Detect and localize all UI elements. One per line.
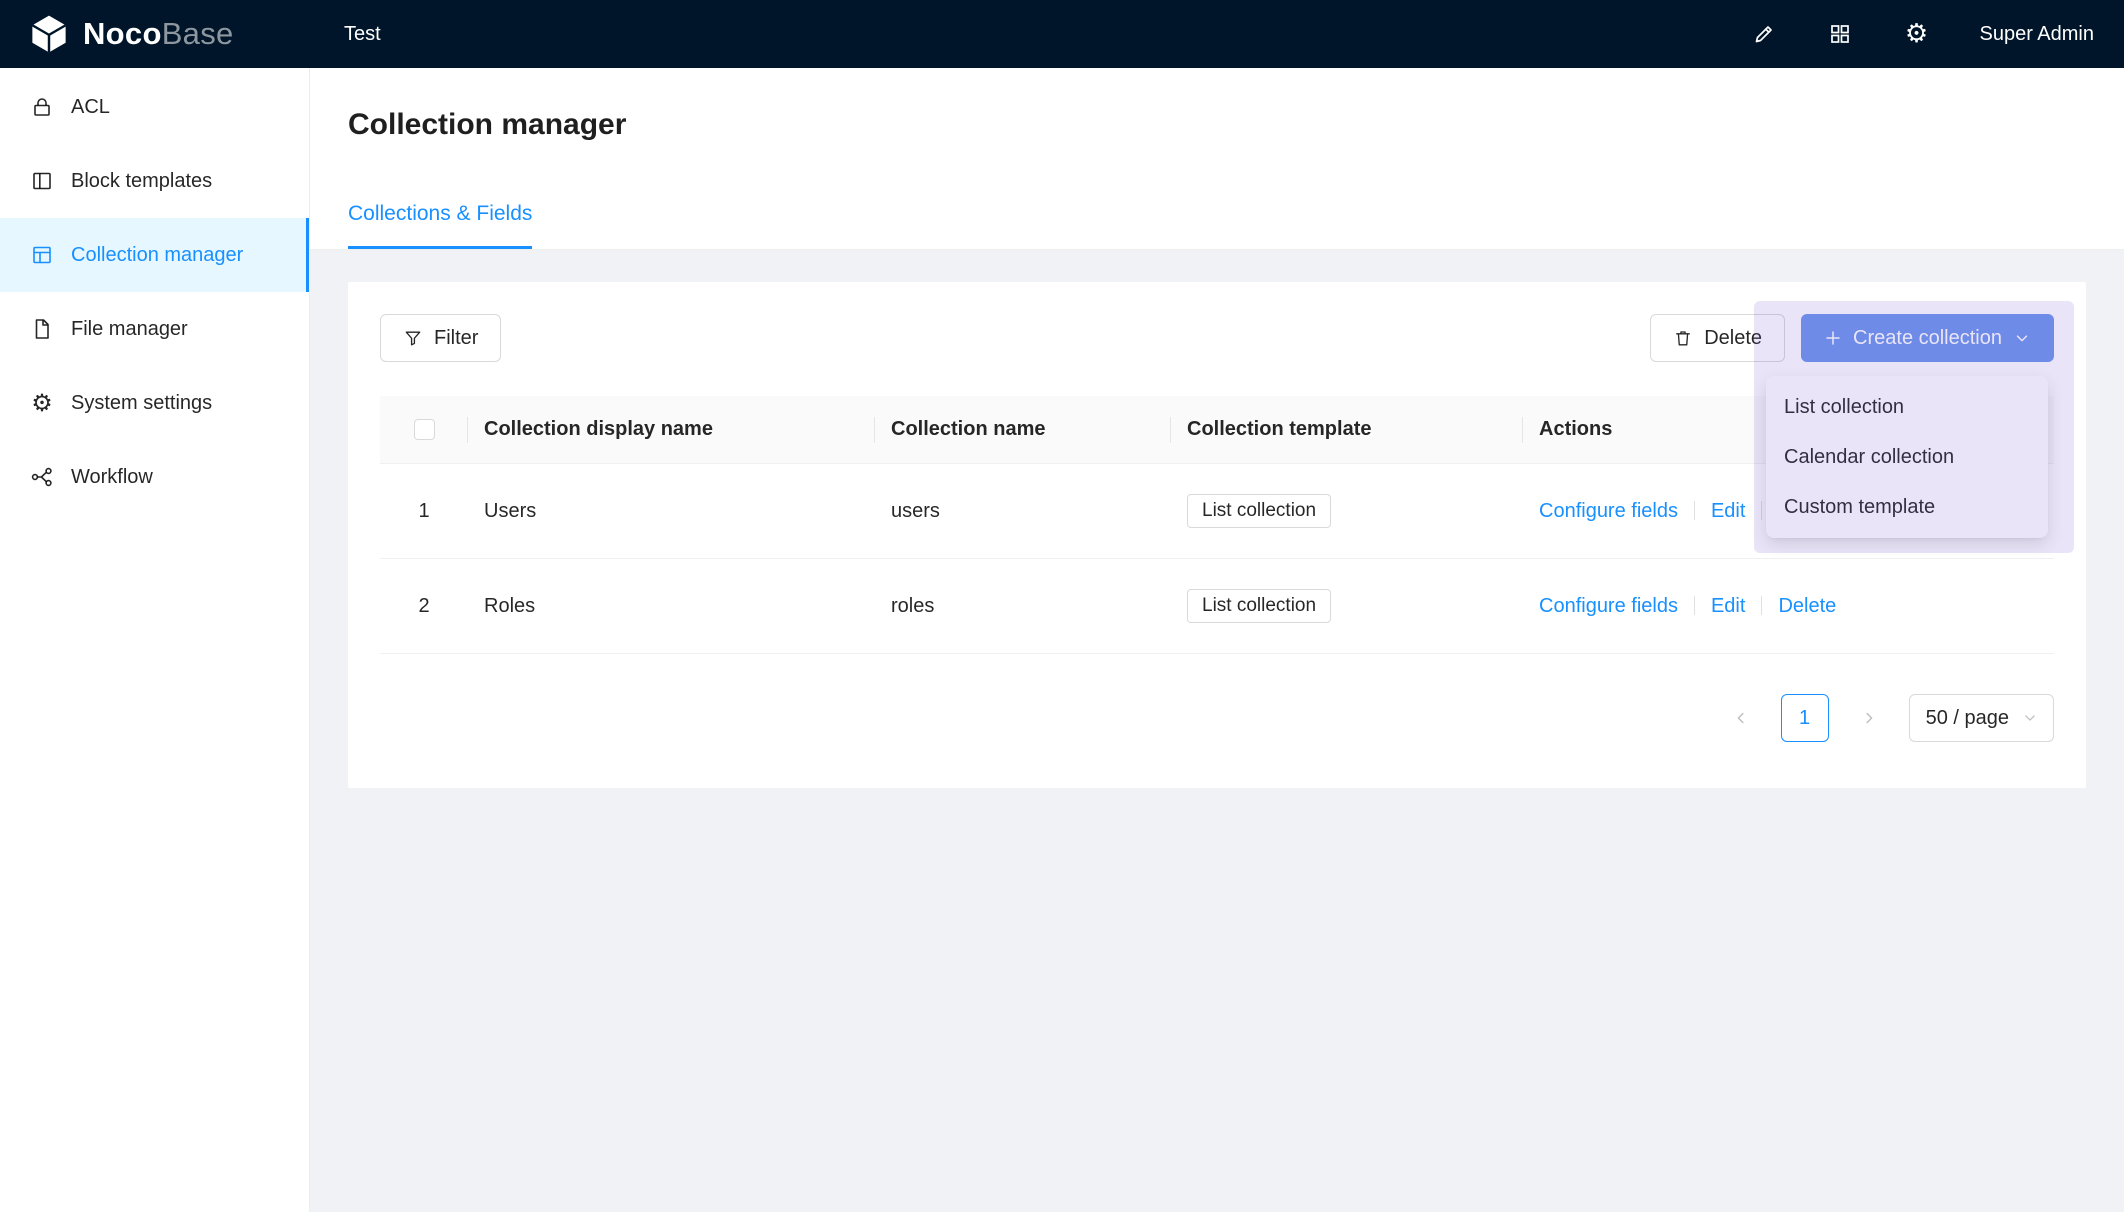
template-tag: List collection	[1187, 494, 1331, 528]
table-icon	[30, 243, 54, 267]
lock-icon	[30, 95, 54, 119]
action-divider	[1761, 596, 1762, 615]
page-title: Collection manager	[310, 68, 2124, 142]
blocks-grid-icon[interactable]	[1827, 21, 1853, 47]
topbar-right: ⚙ Super Admin	[1751, 21, 2124, 47]
gear-icon: ⚙	[30, 391, 54, 415]
table-row: 2 Roles roles List collection Configure …	[380, 559, 2054, 654]
create-collection-dropdown: List collection Calendar collection Cust…	[1766, 376, 2048, 538]
sidebar-item-label: Block templates	[71, 170, 212, 193]
edit-link[interactable]: Edit	[1711, 595, 1745, 617]
sidebar-item-system-settings[interactable]: ⚙ System settings	[0, 366, 309, 440]
menu-item-calendar-collection[interactable]: Calendar collection	[1766, 432, 2048, 482]
sidebar-item-label: System settings	[71, 392, 212, 415]
cell-display-name: Users	[468, 464, 875, 559]
action-divider	[1761, 501, 1762, 520]
delete-link[interactable]: Delete	[1778, 595, 1836, 617]
file-icon	[30, 317, 54, 341]
sidebar-item-acl[interactable]: ACL	[0, 70, 309, 144]
pagination-prev-button[interactable]	[1717, 694, 1765, 742]
nocobase-logo[interactable]: NocoBase	[0, 13, 310, 55]
layout: ACL Block templates Collection manager F…	[0, 68, 2124, 1212]
delete-button[interactable]: Delete	[1650, 314, 1785, 362]
sidebar-item-label: Workflow	[71, 466, 153, 489]
cell-display-name: Roles	[468, 559, 875, 654]
create-collection-button[interactable]: Create collection	[1801, 314, 2054, 362]
top-navbar: NocoBase Test ⚙ Super Admin	[0, 0, 2124, 68]
chevron-down-icon	[2013, 329, 2031, 347]
action-divider	[1694, 501, 1695, 520]
cell-collection-name: users	[875, 464, 1171, 559]
sidebar-item-label: File manager	[71, 318, 188, 341]
trash-icon	[1673, 328, 1693, 348]
page-size-value: 50 / page	[1926, 707, 2009, 730]
configure-fields-link[interactable]: Configure fields	[1539, 595, 1678, 617]
column-header-display-name: Collection display name	[468, 396, 875, 464]
workflow-icon	[30, 465, 54, 489]
filter-icon	[403, 328, 423, 348]
sidebar-item-file-manager[interactable]: File manager	[0, 292, 309, 366]
toolbar-right: Delete Create collection	[1650, 314, 2054, 362]
configure-fields-link[interactable]: Configure fields	[1539, 500, 1678, 522]
cell-collection-name: roles	[875, 559, 1171, 654]
row-index: 2	[380, 559, 468, 654]
logo-text: NocoBase	[83, 16, 234, 52]
menu-item-list-collection[interactable]: List collection	[1766, 382, 2048, 432]
menu-item-custom-template[interactable]: Custom template	[1766, 482, 2048, 532]
top-nav-item-test[interactable]: Test	[310, 0, 415, 68]
action-divider	[1694, 596, 1695, 615]
edit-link[interactable]: Edit	[1711, 500, 1745, 522]
page-size-select[interactable]: 50 / page	[1909, 694, 2054, 742]
sidebar-item-collection-manager[interactable]: Collection manager	[0, 218, 309, 292]
card-toolbar: Filter Delete	[380, 314, 2054, 362]
tab-bar: Collections & Fields	[310, 200, 2124, 250]
cube-logo-icon	[28, 13, 70, 55]
pagination-page-1[interactable]: 1	[1781, 694, 1829, 742]
chevron-down-icon	[2023, 711, 2037, 725]
template-tag: List collection	[1187, 589, 1331, 623]
delete-button-label: Delete	[1704, 327, 1762, 350]
main-area: Collection manager Collections & Fields …	[310, 68, 2124, 1212]
select-all-checkbox[interactable]	[414, 419, 435, 440]
settings-gear-icon[interactable]: ⚙	[1903, 21, 1929, 47]
settings-sidebar: ACL Block templates Collection manager F…	[0, 68, 310, 1212]
column-header-collection-name: Collection name	[875, 396, 1171, 464]
user-menu[interactable]: Super Admin	[1979, 23, 2094, 46]
chevron-left-icon	[1732, 709, 1750, 727]
sidebar-item-block-templates[interactable]: Block templates	[0, 144, 309, 218]
chevron-right-icon	[1860, 709, 1878, 727]
sidebar-item-workflow[interactable]: Workflow	[0, 440, 309, 514]
layout-icon	[30, 169, 54, 193]
filter-button-label: Filter	[434, 327, 478, 350]
row-index: 1	[380, 464, 468, 559]
sidebar-item-label: ACL	[71, 96, 110, 119]
column-header-template: Collection template	[1171, 396, 1523, 464]
filter-button[interactable]: Filter	[380, 314, 501, 362]
app-window: NocoBase Test ⚙ Super Admin	[0, 0, 2124, 1212]
pagination-next-button[interactable]	[1845, 694, 1893, 742]
plus-icon	[1824, 329, 1842, 347]
pagination: 1 50 / page	[380, 694, 2054, 742]
ui-editor-pen-icon[interactable]	[1751, 21, 1777, 47]
tab-collections-and-fields[interactable]: Collections & Fields	[348, 200, 532, 249]
sidebar-item-label: Collection manager	[71, 244, 243, 267]
create-collection-label: Create collection	[1853, 327, 2002, 350]
